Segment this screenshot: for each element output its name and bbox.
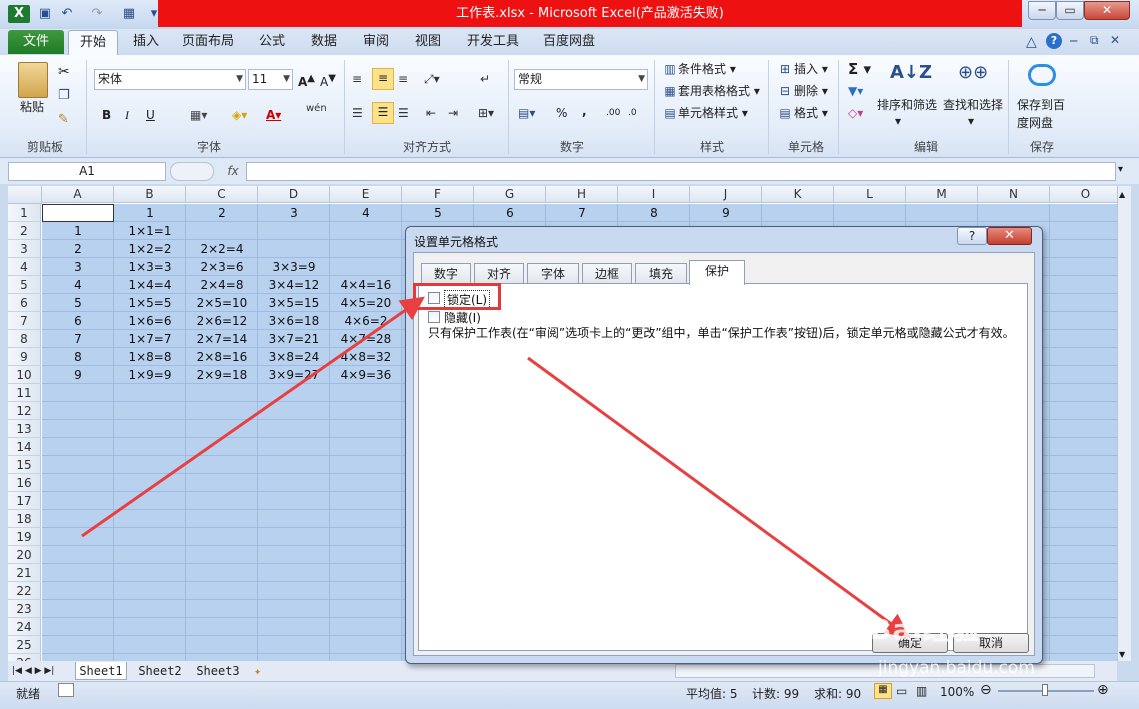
arrow-to-ok — [527, 356, 910, 638]
baidu-watermark: Bai经验 — [870, 613, 981, 646]
watermark-url: jingyan.baidu.com — [878, 658, 1035, 678]
arrow-to-locked — [81, 296, 425, 538]
dialog-tab-protection[interactable]: 保护 — [689, 260, 745, 285]
annotation-arrows — [81, 296, 910, 638]
